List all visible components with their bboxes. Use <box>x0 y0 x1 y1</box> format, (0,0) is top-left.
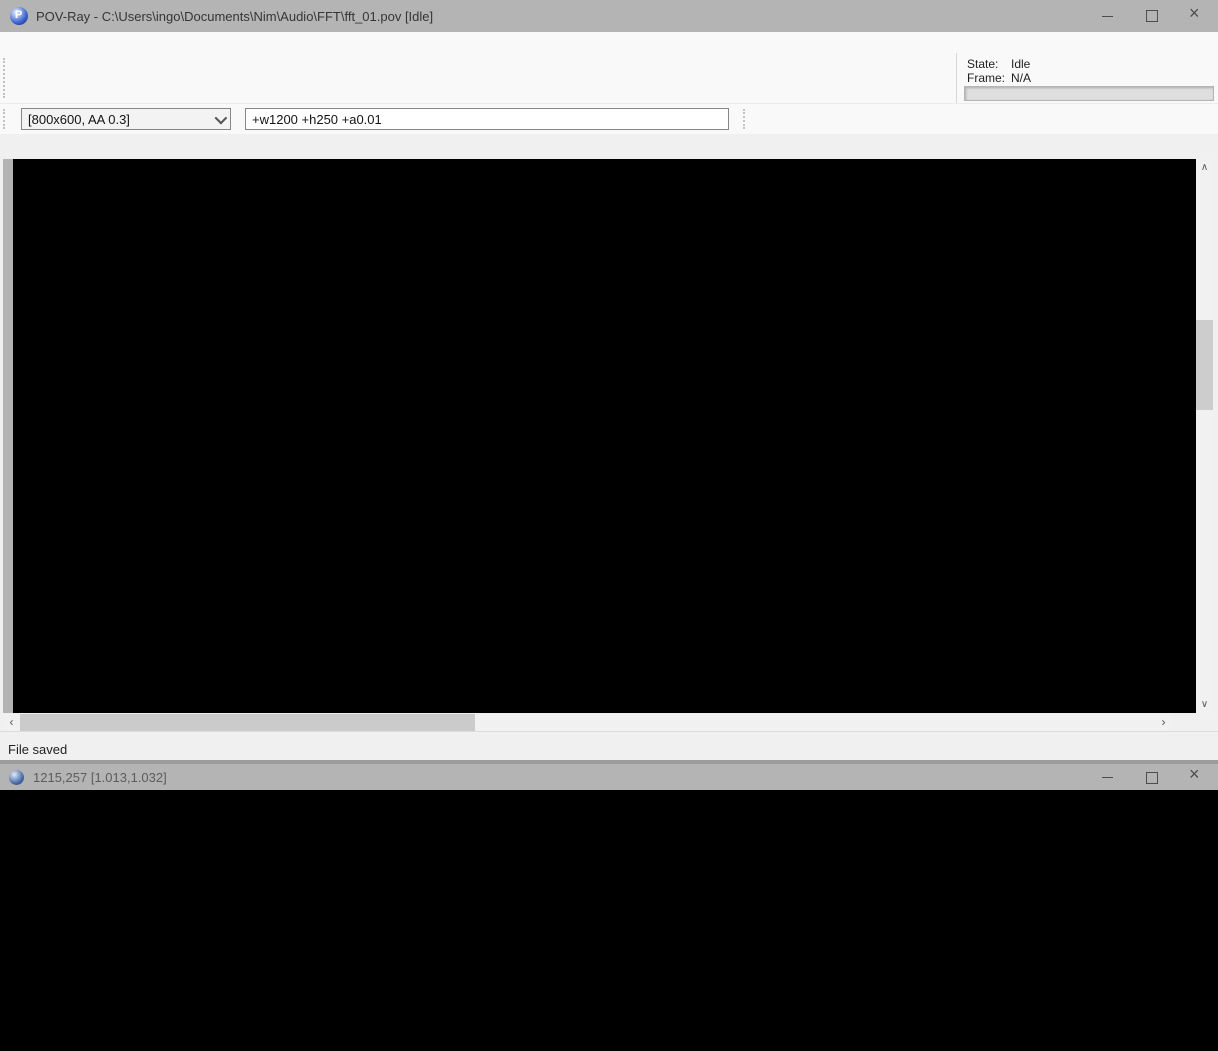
frame-value: N/A <box>1011 71 1031 85</box>
state-label: State: <box>967 57 1011 71</box>
scroll-down-button[interactable]: ∨ <box>1196 696 1213 713</box>
render-close-button[interactable] <box>1174 764 1218 790</box>
editor-right-border <box>1213 159 1218 713</box>
horizontal-scrollbar[interactable]: ‹ › <box>0 713 1218 731</box>
horizontal-scroll-thumb[interactable] <box>20 714 475 731</box>
render-window-titlebar: 1215,257 [1.013,1.032] <box>0 764 1218 790</box>
editor-tab-bar <box>0 134 1218 159</box>
status-gap <box>0 731 1218 739</box>
render-minimize-button[interactable] <box>1086 764 1130 790</box>
render-window-icon <box>9 770 24 785</box>
render-window-title: 1215,257 [1.013,1.032] <box>33 770 167 785</box>
command-row: [800x600, AA 0.3] <box>0 104 1218 134</box>
render-maximize-button[interactable] <box>1130 764 1174 790</box>
maximize-button[interactable] <box>1130 0 1174 32</box>
render-progress-bar <box>964 86 1214 101</box>
cmdrow-gripper[interactable] <box>3 109 9 129</box>
editor-selection-margin[interactable] <box>3 159 13 713</box>
horizontal-scroll-track[interactable] <box>20 714 1155 731</box>
code-area[interactable] <box>13 159 1196 713</box>
minimize-button[interactable] <box>1086 0 1130 32</box>
main-titlebar: POV-Ray - C:\Users\ingo\Documents\Nim\Au… <box>0 0 1218 32</box>
close-button[interactable] <box>1174 0 1218 32</box>
resolution-preset-value: [800x600, AA 0.3] <box>28 112 130 127</box>
window-title: POV-Ray - C:\Users\ingo\Documents\Nim\Au… <box>36 9 433 24</box>
helpbar-gripper[interactable] <box>743 109 749 129</box>
command-line-input[interactable] <box>245 108 729 130</box>
toolbar: State: Idle Frame: N/A <box>0 53 1218 104</box>
resolution-preset-dropdown[interactable]: [800x600, AA 0.3] <box>21 108 231 130</box>
render-canvas <box>0 790 300 940</box>
scroll-left-button[interactable]: ‹ <box>3 714 20 731</box>
frame-label: Frame: <box>967 71 1011 85</box>
state-value: Idle <box>1011 57 1030 71</box>
editor: ∧ ∨ <box>0 159 1218 713</box>
status-message: File saved <box>0 739 1197 760</box>
render-state-panel: State: Idle Frame: N/A <box>956 53 1218 103</box>
menu-bar <box>0 32 1218 53</box>
toolbar-gripper[interactable] <box>3 58 9 98</box>
chevron-down-icon <box>215 111 228 124</box>
vertical-scrollbar[interactable]: ∧ ∨ <box>1196 159 1213 713</box>
vertical-scroll-thumb[interactable] <box>1196 320 1213 410</box>
povray-app-icon <box>10 7 28 25</box>
scroll-up-button[interactable]: ∧ <box>1196 159 1213 176</box>
status-bar: File saved <box>0 739 1218 760</box>
scroll-right-button[interactable]: › <box>1155 714 1172 731</box>
render-window-controls <box>1086 764 1218 790</box>
window-controls <box>1086 0 1218 32</box>
render-view <box>0 790 1218 1051</box>
